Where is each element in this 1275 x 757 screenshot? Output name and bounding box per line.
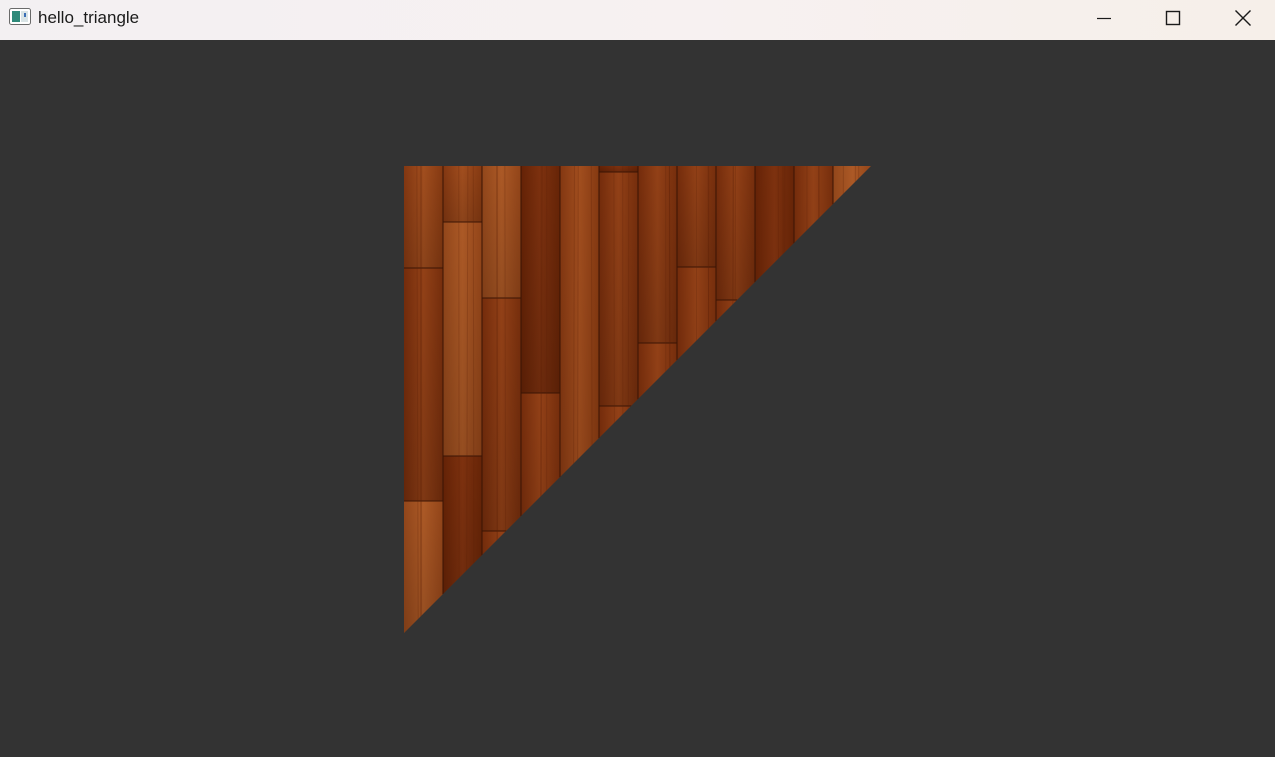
wood-grain	[854, 166, 856, 633]
wood-plank-shading	[482, 531, 521, 633]
wood-grain	[496, 166, 498, 633]
wood-plank-shading	[833, 166, 871, 633]
wood-plank-shading	[443, 222, 482, 456]
close-button[interactable]	[1208, 0, 1275, 36]
maximize-button[interactable]	[1138, 0, 1207, 36]
wood-plank	[833, 166, 871, 633]
wood-plank-shading	[599, 166, 638, 172]
wood-plank-shading	[794, 166, 833, 633]
wood-plank-shading	[755, 166, 794, 633]
wood-grain	[857, 166, 860, 633]
wood-plank-shading	[482, 298, 521, 531]
wood-plank-shading	[404, 501, 443, 633]
maximize-icon	[1165, 10, 1181, 26]
minimize-icon	[1096, 10, 1112, 26]
wood-plank-shading	[404, 268, 443, 501]
wood-plank	[716, 300, 755, 633]
wood-plank-shading	[560, 166, 599, 633]
wood-grain	[472, 166, 475, 633]
minimize-button[interactable]	[1069, 0, 1138, 36]
window-title: hello_triangle	[38, 8, 140, 27]
title-bar[interactable]: hello_triangle	[0, 0, 1275, 40]
wood-grain	[818, 166, 821, 633]
wood-plank-shading	[404, 166, 443, 268]
textured-triangle	[404, 166, 871, 633]
render-viewport	[0, 40, 1275, 757]
rendered-scene	[404, 166, 871, 633]
wood-plank-shading	[443, 456, 482, 633]
wood-plank	[599, 406, 638, 633]
wood-plank-shading	[638, 343, 677, 633]
wood-plank-shading	[599, 172, 638, 406]
wood-plank-shading	[482, 166, 521, 298]
application-window: hello_triangle	[0, 0, 1275, 757]
wood-grain	[841, 166, 844, 633]
application-window-icon	[9, 8, 31, 25]
wood-plank-shading	[716, 300, 755, 633]
wood-plank-shading	[443, 166, 482, 222]
wood-plank-shading	[638, 166, 677, 343]
close-icon	[1234, 9, 1252, 27]
wood-plank-shading	[599, 406, 638, 633]
